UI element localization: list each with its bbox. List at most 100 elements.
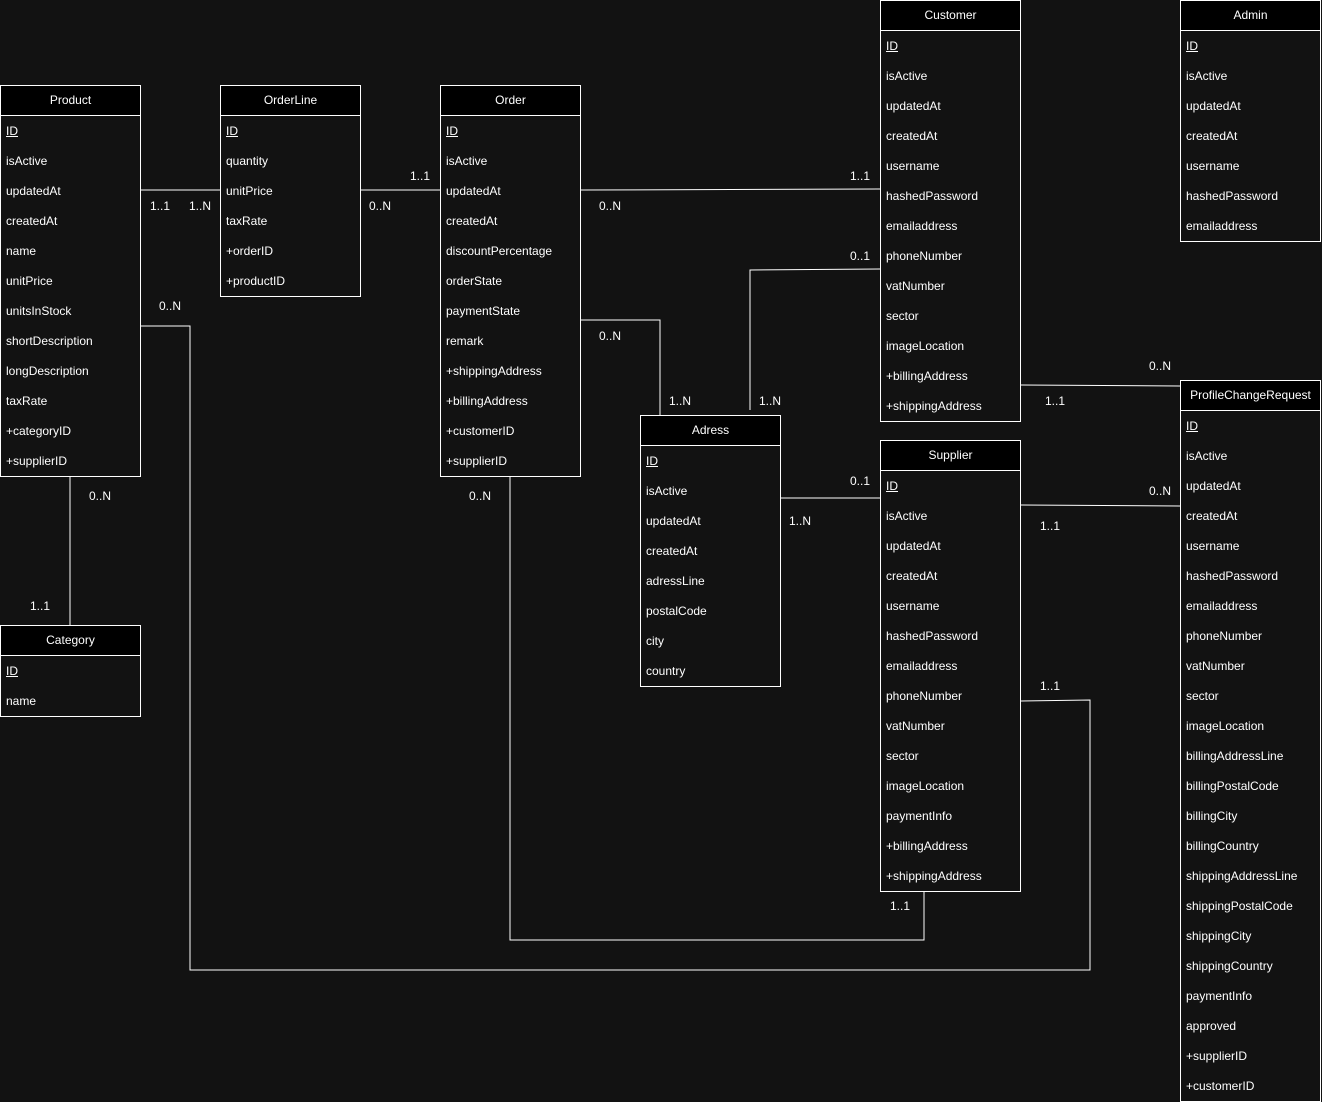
- primary-key-attribute: ID: [6, 124, 18, 138]
- entity-attribute: name: [6, 694, 37, 708]
- foreign-key-attribute: +billingAddress: [446, 394, 528, 408]
- entity-attribute: emailaddress: [886, 219, 958, 233]
- cardinality-label: 0..N: [1149, 359, 1172, 373]
- entity-adress[interactable]: Adress ID isActive updatedAt createdAt adress…: [640, 415, 781, 687]
- entity-attribute: discountPercentage: [446, 244, 553, 258]
- entity-attribute: city: [646, 634, 664, 648]
- entity-attribute: unitPrice: [6, 274, 53, 288]
- entity-attribute: billingPostalCode: [1186, 779, 1279, 793]
- cardinality-label: 1..1: [410, 169, 431, 183]
- entity-attribute: isActive: [1186, 449, 1228, 463]
- entity-attribute: isActive: [886, 509, 928, 523]
- cardinality-label: 1..1: [1045, 394, 1066, 408]
- entity-category[interactable]: Category ID name: [0, 625, 141, 717]
- cardinality-label: 0..1: [850, 249, 871, 263]
- cardinality-label: 1..1: [850, 169, 871, 183]
- entity-attribute: updatedAt: [446, 184, 501, 198]
- entity-title: Supplier: [881, 441, 1020, 471]
- entity-admin[interactable]: Admin ID isActive updatedAt createdAt usernam…: [1180, 0, 1321, 242]
- entity-attribute: updatedAt: [646, 514, 701, 528]
- cardinality-label: 0..N: [369, 199, 392, 213]
- entity-attribute: createdAt: [446, 214, 498, 228]
- cardinality-label: 1..1: [150, 199, 171, 213]
- entity-attribute: taxRate: [226, 214, 268, 228]
- entity-attribute: username: [1186, 159, 1240, 173]
- cardinality-label: 0..N: [469, 489, 492, 503]
- entity-attribute: unitsInStock: [6, 304, 72, 318]
- foreign-key-attribute: +customerID: [1186, 1079, 1255, 1093]
- entity-attribute: isActive: [886, 69, 928, 83]
- entity-orderline[interactable]: OrderLine ID quantity unitPrice taxRate +orde…: [220, 85, 361, 297]
- entity-attribute: createdAt: [886, 129, 938, 143]
- foreign-key-attribute: +customerID: [446, 424, 515, 438]
- cardinality-label: 0..N: [599, 329, 622, 343]
- primary-key-attribute: ID: [886, 479, 898, 493]
- entity-title: Category: [1, 626, 140, 656]
- primary-key-attribute: ID: [1186, 39, 1198, 53]
- entity-title: Admin: [1181, 1, 1320, 31]
- entity-attribute: sector: [886, 749, 919, 763]
- entity-attribute: isActive: [1186, 69, 1228, 83]
- entity-attribute: quantity: [226, 154, 269, 168]
- entity-profilechangerequest[interactable]: ProfileChangeRequest ID isActive updatedAt c…: [1180, 380, 1321, 1102]
- entity-attribute: createdAt: [886, 569, 938, 583]
- entity-attribute: phoneNumber: [886, 689, 963, 703]
- entity-attribute: adressLine: [646, 574, 705, 588]
- foreign-key-attribute: +shippingAddress: [446, 364, 542, 378]
- cardinality-label: 0..N: [159, 299, 182, 313]
- entity-attribute: createdAt: [6, 214, 58, 228]
- foreign-key-attribute: +supplierID: [1186, 1049, 1248, 1063]
- entity-customer[interactable]: Customer ID isActive updatedAt createdAt user…: [880, 0, 1021, 422]
- cardinality-label: 0..N: [1149, 484, 1172, 498]
- primary-key-attribute: ID: [886, 39, 898, 53]
- cardinality-label: 1..1: [1040, 519, 1061, 533]
- entity-attribute: createdAt: [1186, 509, 1238, 523]
- entity-title: OrderLine: [221, 86, 360, 116]
- cardinality-label: 1..N: [189, 199, 212, 213]
- entity-attribute: vatNumber: [886, 719, 945, 733]
- foreign-key-attribute: +billingAddress: [886, 839, 968, 853]
- entity-attribute: longDescription: [6, 364, 89, 378]
- entity-attribute: username: [1186, 539, 1240, 553]
- entity-attribute: imageLocation: [1186, 719, 1265, 733]
- primary-key-attribute: ID: [226, 124, 238, 138]
- entity-attribute: name: [6, 244, 37, 258]
- entity-attribute: hashedPassword: [886, 629, 979, 643]
- cardinality-label: 0..1: [850, 474, 871, 488]
- entity-supplier[interactable]: Supplier ID isActive updatedAt createdAt user…: [880, 440, 1021, 892]
- entity-attribute: username: [886, 159, 940, 173]
- entity-attribute: phoneNumber: [1186, 629, 1263, 643]
- entity-attribute: postalCode: [646, 604, 707, 618]
- entity-attribute: isActive: [646, 484, 688, 498]
- edge-supplier-pcr: [1020, 504, 1181, 507]
- foreign-key-attribute: +billingAddress: [886, 369, 968, 383]
- edge-adress-customer: [749, 268, 881, 410]
- entity-attribute: remark: [446, 334, 484, 348]
- entity-order[interactable]: Order ID isActive updatedAt createdAt discoun…: [440, 85, 581, 477]
- entity-attribute: paymentInfo: [1186, 989, 1253, 1003]
- entity-attribute: billingAddressLine: [1186, 749, 1284, 763]
- edge-customer-pcr: [1020, 384, 1181, 387]
- cardinality-label: 1..N: [789, 514, 812, 528]
- entity-attribute: createdAt: [646, 544, 698, 558]
- entity-attribute: vatNumber: [1186, 659, 1245, 673]
- cardinality-label: 0..N: [599, 199, 622, 213]
- foreign-key-attribute: +supplierID: [6, 454, 68, 468]
- entity-attribute: sector: [1186, 689, 1219, 703]
- entity-attribute: imageLocation: [886, 779, 965, 793]
- entity-attribute: hashedPassword: [1186, 189, 1279, 203]
- primary-key-attribute: ID: [446, 124, 458, 138]
- entity-attribute: approved: [1186, 1019, 1237, 1033]
- entity-attribute: sector: [886, 309, 919, 323]
- entity-attribute: updatedAt: [886, 99, 941, 113]
- primary-key-attribute: ID: [646, 454, 658, 468]
- entity-title: ProfileChangeRequest: [1181, 381, 1320, 411]
- foreign-key-attribute: +supplierID: [446, 454, 508, 468]
- entity-attribute: shippingAddressLine: [1186, 869, 1298, 883]
- entity-attribute: hashedPassword: [1186, 569, 1279, 583]
- entity-attribute: shippingCity: [1186, 929, 1252, 943]
- entity-attribute: emailaddress: [1186, 219, 1258, 233]
- entity-attribute: isActive: [6, 154, 48, 168]
- entity-product[interactable]: Product ID isActive updatedAt createdAt name u…: [0, 85, 141, 477]
- entity-attribute: vatNumber: [886, 279, 945, 293]
